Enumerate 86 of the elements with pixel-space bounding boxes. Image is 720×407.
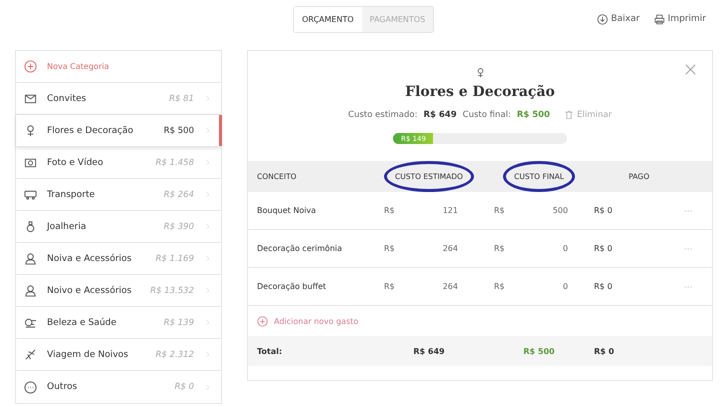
currency-label: R$: [494, 244, 505, 253]
category-label: Convites: [47, 94, 88, 104]
category-item[interactable]: Beleza e Saúde R$ 139: [16, 307, 221, 339]
chevron-icon: [204, 287, 211, 294]
envelope-icon: [24, 92, 37, 105]
currency-label: R$: [384, 282, 395, 291]
table-cell: Decoração buffet: [257, 282, 326, 291]
table-cell: Bouquet Noiva: [257, 206, 316, 215]
ring-icon: [24, 220, 37, 233]
print-link[interactable]: Imprimir: [654, 14, 706, 24]
category-item[interactable]: Viagem de Noivos R$ 2.312: [16, 339, 221, 371]
category-item[interactable]: Outros R$ 0: [16, 371, 221, 403]
download-icon: [596, 14, 608, 24]
camera-icon: [24, 156, 37, 169]
more-icon: [24, 380, 37, 394]
total-value: R$ 0: [594, 346, 616, 356]
trash-icon: [564, 110, 574, 120]
category-label: Beleza e Saúde: [47, 318, 118, 328]
estimated-label: Custo estimado:: [348, 110, 418, 120]
category-amount: R$ 264: [164, 190, 194, 200]
chevron-icon: [204, 127, 211, 134]
category-label: Viagem de Noivos: [47, 350, 130, 360]
category-amount: R$ 0: [174, 382, 194, 392]
download-link[interactable]: Baixar: [596, 14, 640, 24]
table-cell: R$ 0: [594, 206, 612, 215]
person-icon: [24, 284, 37, 297]
category-amount: R$ 2.312: [156, 350, 194, 360]
add-icon: [257, 316, 268, 326]
category-amount: R$ 1.169: [156, 254, 194, 264]
category-item[interactable]: Transporte R$ 264: [16, 179, 221, 211]
total-value: R$ 649: [412, 346, 446, 356]
chevron-icon: [204, 319, 211, 326]
chevron-icon: [204, 255, 211, 262]
chevron-icon: [204, 351, 211, 358]
table-cell: R$ 0: [594, 282, 612, 291]
chevron-icon: [204, 223, 211, 230]
currency-label: R$: [384, 244, 395, 253]
category-amount: R$ 81: [169, 94, 194, 104]
final-label: Custo final:: [462, 110, 511, 120]
category-label: Flores e Decoração: [47, 126, 134, 136]
category-item[interactable]: Foto e Vídeo R$ 1.458: [16, 147, 221, 179]
category-label: Noivo e Acessórios: [47, 286, 133, 296]
category-title: Flores e Decoração: [405, 84, 555, 100]
table-cell: 264: [442, 244, 458, 253]
table-cell: R$ 0: [594, 244, 612, 253]
more-icon[interactable]: [684, 246, 694, 252]
bus-icon: [24, 188, 37, 201]
more-icon[interactable]: [684, 284, 694, 290]
category-label: Joalheria: [47, 222, 88, 232]
category-item[interactable]: Joalheria R$ 390: [16, 211, 221, 243]
category-item[interactable]: Flores e Decoração R$ 500: [16, 115, 221, 147]
category-amount: R$ 390: [164, 222, 194, 232]
tab[interactable]: ORÇAMENTO: [294, 6, 362, 32]
category-item[interactable]: Convites R$ 81: [16, 83, 221, 115]
category-item[interactable]: Noiva e Acessórios R$ 1.169: [16, 243, 221, 275]
table-cell: 0: [562, 244, 568, 253]
category-amount: R$ 500: [164, 126, 194, 136]
total-label: Total:: [256, 346, 284, 356]
table-cell: 0: [562, 282, 568, 291]
category-amount: R$ 139: [164, 318, 194, 328]
category-label: Noiva e Acessórios: [47, 254, 133, 264]
table-cell: 121: [442, 206, 458, 215]
person-icon: [24, 252, 37, 265]
table-cell: 500: [552, 206, 568, 215]
printer-icon: [654, 14, 665, 24]
table-cell: Decoração cerimônia: [257, 244, 342, 253]
currency-label: R$: [494, 206, 505, 215]
final-value: R$ 500: [516, 110, 550, 120]
category-label: Foto e Vídeo: [47, 158, 104, 168]
category-item[interactable]: Noivo e Acessórios R$ 13.532: [16, 275, 221, 307]
chevron-icon: [204, 191, 211, 198]
total-value: R$ 500: [522, 346, 556, 356]
table-cell: 264: [442, 282, 458, 291]
category-label: Outros: [47, 382, 78, 392]
category-label: Transporte: [47, 190, 96, 200]
currency-label: R$: [384, 206, 395, 215]
estimated-value: R$ 649: [423, 110, 457, 120]
chevron-icon: [204, 95, 211, 102]
chevron-icon: [204, 159, 211, 166]
add-icon: [24, 60, 37, 73]
category-amount: R$ 1.458: [156, 158, 194, 168]
chevron-icon: [204, 384, 211, 390]
close-icon[interactable]: [684, 63, 697, 76]
more-icon[interactable]: [684, 208, 694, 214]
currency-label: R$: [494, 282, 505, 291]
category-amount: R$ 13.532: [150, 286, 194, 296]
